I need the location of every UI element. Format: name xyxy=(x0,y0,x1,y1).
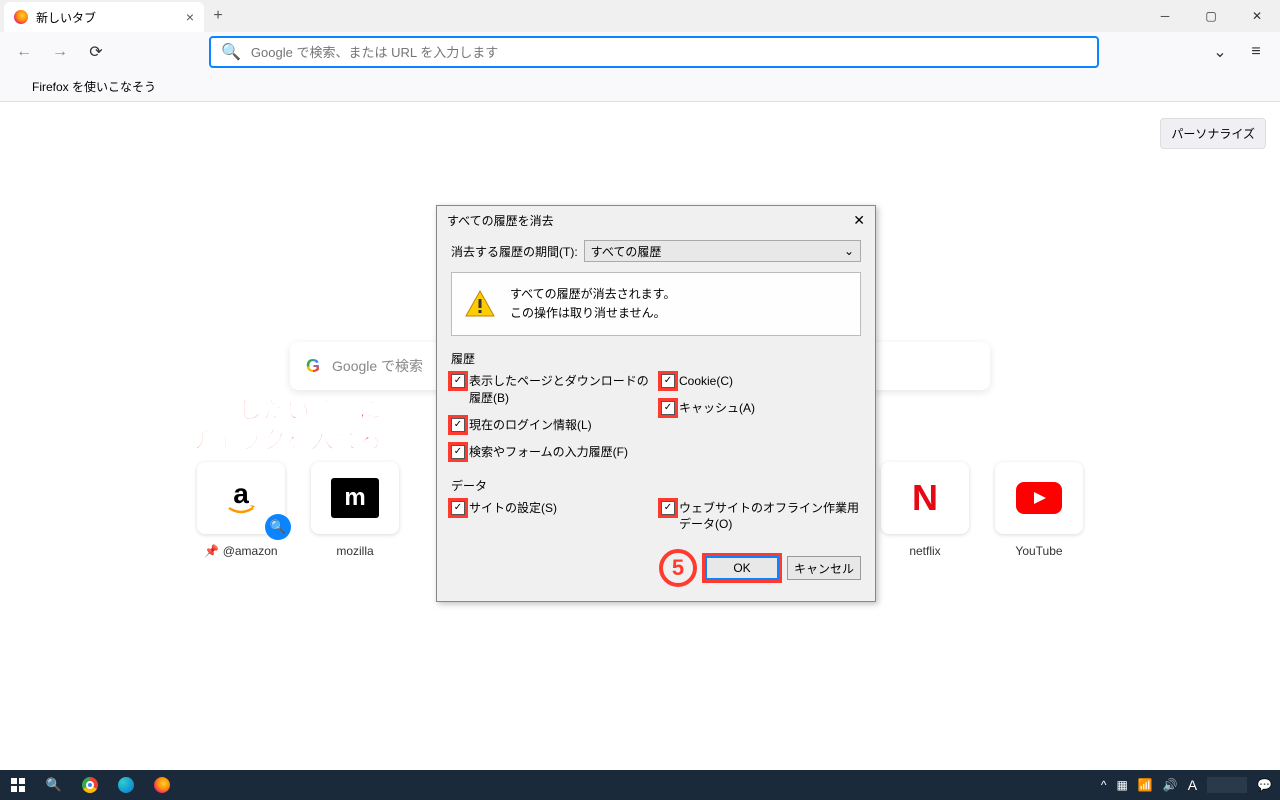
page-content: パーソナライズ G Google で検索 a 🔍 📌 @amazon m moz… xyxy=(0,102,1280,770)
address-bar[interactable]: 🔍 xyxy=(209,36,1099,68)
checkbox-label: ウェブサイトのオフライン作業用データ(O) xyxy=(679,500,861,534)
tile-label: YouTube xyxy=(1015,544,1062,558)
step-number-annotation: 5 xyxy=(659,549,697,587)
bookmark-item[interactable]: Firefox を使いこなそう xyxy=(32,78,156,95)
back-button[interactable]: ← xyxy=(10,38,38,66)
checkbox-icon: ✓ xyxy=(661,401,675,415)
warning-box: すべての履歴が消去されます。 この操作は取り消せません。 xyxy=(451,272,861,336)
address-input[interactable] xyxy=(251,45,1087,60)
firefox-taskbar-icon[interactable] xyxy=(144,770,180,800)
url-bar: ← → ⟳ 🔍 ⌄ ≡ xyxy=(0,32,1280,72)
tile-mozilla[interactable]: m mozilla xyxy=(311,462,399,558)
personalize-button[interactable]: パーソナライズ xyxy=(1160,118,1266,149)
svg-text:a: a xyxy=(233,478,249,509)
tray-ime-icon[interactable]: A xyxy=(1188,777,1197,793)
checkbox-label: 現在のログイン情報(L) xyxy=(469,417,592,434)
tile-youtube[interactable]: YouTube xyxy=(995,462,1083,558)
checkbox-label: 表示したページとダウンロードの履歴(B) xyxy=(469,373,651,407)
tile-netflix[interactable]: N netflix xyxy=(881,462,969,558)
windows-taskbar: 🔍 ^ ▦ 📶 🔊 A 💬 xyxy=(0,770,1280,800)
start-button[interactable] xyxy=(0,770,36,800)
range-label: 消去する履歴の期間(T): xyxy=(451,243,578,260)
window-controls: ─ ▢ ✕ xyxy=(1142,0,1280,32)
dialog-titlebar: すべての履歴を消去 ✕ xyxy=(437,206,875,234)
checkbox-icon: ✓ xyxy=(451,418,465,432)
checkbox-site-settings[interactable]: ✓ サイトの設定(S) xyxy=(451,500,651,517)
checkbox-cookies[interactable]: ✓ Cookie(C) xyxy=(661,373,861,390)
search-badge-icon: 🔍 xyxy=(265,514,291,540)
tile-label: netflix xyxy=(909,544,940,558)
warning-line1: すべての履歴が消去されます。 xyxy=(510,285,675,304)
checkbox-browsing-history[interactable]: ✓ 表示したページとダウンロードの履歴(B) xyxy=(451,373,651,407)
forward-button[interactable]: → xyxy=(46,38,74,66)
center-search-placeholder: Google で検索 xyxy=(332,356,423,376)
maximize-button[interactable]: ▢ xyxy=(1188,0,1234,32)
tab-label: 新しいタブ xyxy=(36,9,96,26)
tray-notifications-icon[interactable]: 💬 xyxy=(1257,778,1272,792)
checkbox-icon: ✓ xyxy=(451,374,465,388)
checkbox-cache[interactable]: ✓ キャッシュ(A) xyxy=(661,400,861,417)
system-tray: ^ ▦ 📶 🔊 A 💬 xyxy=(1101,777,1280,793)
range-value: すべての履歴 xyxy=(591,243,662,260)
close-tab-icon[interactable]: × xyxy=(186,9,194,25)
youtube-logo-icon xyxy=(1016,482,1062,514)
tray-clock[interactable] xyxy=(1207,777,1247,793)
cancel-button[interactable]: キャンセル xyxy=(787,556,861,580)
checkbox-icon: ✓ xyxy=(661,501,675,515)
checkbox-logins[interactable]: ✓ 現在のログイン情報(L) xyxy=(451,417,651,434)
amazon-logo-icon: a xyxy=(217,478,265,518)
checkbox-label: サイトの設定(S) xyxy=(469,500,557,517)
chrome-taskbar-icon[interactable] xyxy=(72,770,108,800)
new-tab-button[interactable]: + xyxy=(204,0,232,32)
tray-network-icon[interactable]: ▦ xyxy=(1116,778,1127,792)
time-range-select[interactable]: すべての履歴 ⌄ xyxy=(584,240,861,262)
google-icon: G xyxy=(306,356,320,377)
checkbox-icon: ✓ xyxy=(451,501,465,515)
netflix-logo-icon: N xyxy=(912,477,938,519)
tray-chevron-icon[interactable]: ^ xyxy=(1101,778,1107,792)
titlebar: 新しいタブ × + ─ ▢ ✕ xyxy=(0,0,1280,32)
tray-volume-icon[interactable]: 🔊 xyxy=(1163,778,1178,792)
tile-label: 📌 @amazon xyxy=(204,544,277,558)
checkbox-offline-data[interactable]: ✓ ウェブサイトのオフライン作業用データ(O) xyxy=(661,500,861,534)
search-icon: 🔍 xyxy=(221,42,241,62)
tutorial-annotation: 削除したい項目に チェックを入れる xyxy=(190,396,382,456)
edge-taskbar-icon[interactable] xyxy=(108,770,144,800)
warning-line2: この操作は取り消せません。 xyxy=(510,304,675,323)
browser-tab[interactable]: 新しいタブ × xyxy=(4,2,204,32)
checkbox-label: Cookie(C) xyxy=(679,373,733,390)
mozilla-logo-icon: m xyxy=(331,478,379,518)
minimize-button[interactable]: ─ xyxy=(1142,0,1188,32)
dialog-title: すべての履歴を消去 xyxy=(447,212,554,229)
search-taskbar-icon[interactable]: 🔍 xyxy=(36,770,72,800)
chevron-down-icon: ⌄ xyxy=(844,244,854,258)
checkbox-icon: ✓ xyxy=(661,374,675,388)
reload-button[interactable]: ⟳ xyxy=(82,38,110,66)
data-section-header: データ xyxy=(451,477,861,494)
dialog-close-button[interactable]: ✕ xyxy=(853,212,865,229)
tile-amazon[interactable]: a 🔍 📌 @amazon xyxy=(197,462,285,558)
tray-wifi-icon[interactable]: 📶 xyxy=(1138,778,1153,792)
firefox-icon xyxy=(14,10,28,24)
history-section-header: 履歴 xyxy=(451,350,861,367)
checkbox-label: キャッシュ(A) xyxy=(679,400,755,417)
ok-button[interactable]: OK xyxy=(705,556,779,580)
clear-history-dialog: すべての履歴を消去 ✕ 消去する履歴の期間(T): すべての履歴 ⌄ すべての履… xyxy=(436,205,876,602)
menu-button[interactable]: ≡ xyxy=(1242,38,1270,66)
pocket-icon[interactable]: ⌄ xyxy=(1206,38,1234,66)
close-window-button[interactable]: ✕ xyxy=(1234,0,1280,32)
checkbox-form-history[interactable]: ✓ 検索やフォームの入力履歴(F) xyxy=(451,444,651,461)
warning-icon xyxy=(464,288,496,320)
checkbox-icon: ✓ xyxy=(451,445,465,459)
bookmarks-bar: Firefox を使いこなそう xyxy=(0,72,1280,102)
checkbox-label: 検索やフォームの入力履歴(F) xyxy=(469,444,628,461)
firefox-icon xyxy=(10,79,26,95)
tile-label: mozilla xyxy=(336,544,373,558)
